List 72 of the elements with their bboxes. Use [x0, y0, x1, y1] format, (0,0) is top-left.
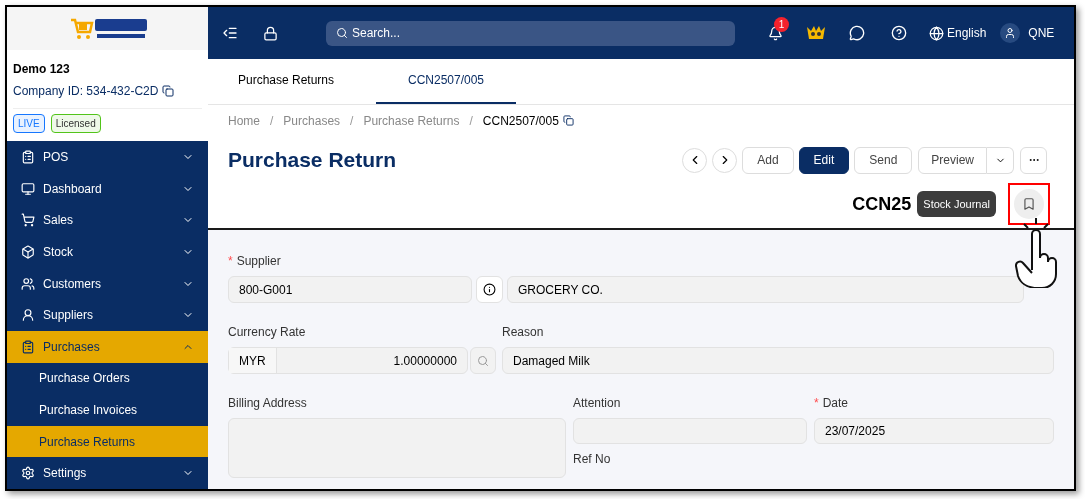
field-label: Ref No — [573, 452, 612, 466]
copy-icon[interactable] — [162, 85, 175, 98]
field-label: * Supplier — [228, 254, 282, 268]
gear-icon — [21, 466, 35, 481]
sidebar-item[interactable]: POS — [7, 141, 208, 174]
breadcrumb-separator: / — [469, 112, 473, 130]
rate-value: 1.00000000 — [392, 352, 458, 370]
supplier-name-field[interactable]: GROCERY CO. — [507, 276, 1024, 303]
currency-code: MYR — [229, 348, 277, 373]
document-number: CCN25 — [852, 192, 912, 216]
field-label: Billing Address — [228, 396, 308, 410]
sidebar-item[interactable]: Dashboard — [7, 173, 208, 205]
status-tag: LIVE — [13, 114, 45, 134]
currency-rate-field[interactable]: MYR 1.00000000 — [228, 347, 468, 374]
bookmark-icon — [1022, 197, 1036, 211]
help-icon[interactable] — [891, 25, 907, 41]
supplier-code-field[interactable]: 800-G001 — [228, 276, 472, 303]
sidebar-item[interactable]: Suppliers — [7, 299, 208, 332]
status-tag: Licensed — [50, 114, 101, 134]
cart-logo-icon — [68, 16, 95, 41]
tooltip: Stock Journal — [917, 190, 996, 218]
clipboard-icon — [21, 339, 35, 354]
breadcrumb-link[interactable]: Home — [228, 111, 260, 130]
sidebar-subitem[interactable]: Purchase Orders — [7, 362, 208, 395]
info-icon — [483, 283, 496, 296]
search-icon — [477, 354, 489, 367]
sidebar-subitem[interactable]: Purchase Returns — [7, 425, 208, 458]
sidebar-item[interactable]: Settings — [7, 457, 208, 489]
breadcrumb-separator: / — [350, 112, 354, 130]
box-icon — [21, 245, 35, 260]
collapse-menu-icon[interactable] — [222, 25, 238, 41]
action-button[interactable]: Add — [742, 146, 794, 174]
globe-icon — [929, 25, 944, 41]
info-button[interactable] — [476, 276, 503, 303]
date-field[interactable]: 23/07/2025 — [814, 418, 1054, 444]
field-label: Attention — [573, 396, 622, 410]
sidebar-item[interactable]: Customers — [7, 267, 208, 300]
billing-address-field[interactable] — [228, 418, 566, 478]
avatar-icon[interactable] — [1000, 23, 1021, 43]
copy-icon[interactable] — [562, 115, 574, 126]
breadcrumb-link[interactable]: Purchases — [283, 111, 341, 130]
language-selector[interactable]: English — [929, 24, 987, 42]
attention-field[interactable] — [573, 418, 807, 444]
breadcrumb-link[interactable]: Purchase Returns — [363, 111, 460, 130]
field-label: Currency Rate — [228, 325, 307, 339]
sidebar-item[interactable]: Purchases — [7, 331, 208, 363]
sidebar-item[interactable]: Stock — [7, 236, 208, 268]
search-icon — [336, 27, 348, 39]
reason-field[interactable]: Damaged Milk — [502, 347, 1054, 374]
monitor-icon — [21, 181, 35, 196]
cart-icon — [21, 213, 35, 228]
preview-button[interactable]: Preview — [918, 146, 987, 174]
notification-count: 1 — [774, 16, 789, 32]
sidebar-item[interactable]: Sales — [7, 204, 208, 237]
company-name: Demo 123 — [13, 61, 71, 79]
page-title: Purchase Return — [228, 147, 397, 174]
users-icon — [21, 276, 35, 291]
breadcrumb-separator: / — [270, 112, 274, 130]
user-icon — [21, 308, 35, 323]
field-label: * Date — [814, 396, 850, 410]
company-id: Company ID: 534-432-C2D — [13, 83, 159, 101]
search-input[interactable]: Search... — [352, 24, 725, 42]
action-button[interactable]: Send — [854, 146, 913, 174]
search-field[interactable]: Search... — [326, 20, 735, 46]
user-name[interactable]: QNE — [1028, 24, 1055, 42]
tab[interactable]: Purchase Returns — [216, 58, 356, 104]
action-button[interactable]: Edit — [798, 146, 850, 174]
sidebar-subitem[interactable]: Purchase Invoices — [7, 394, 208, 426]
field-label: Reason — [502, 325, 545, 339]
stock-journal-button[interactable] — [1014, 189, 1044, 219]
chat-icon[interactable] — [849, 25, 865, 41]
lock-icon[interactable] — [263, 25, 278, 41]
